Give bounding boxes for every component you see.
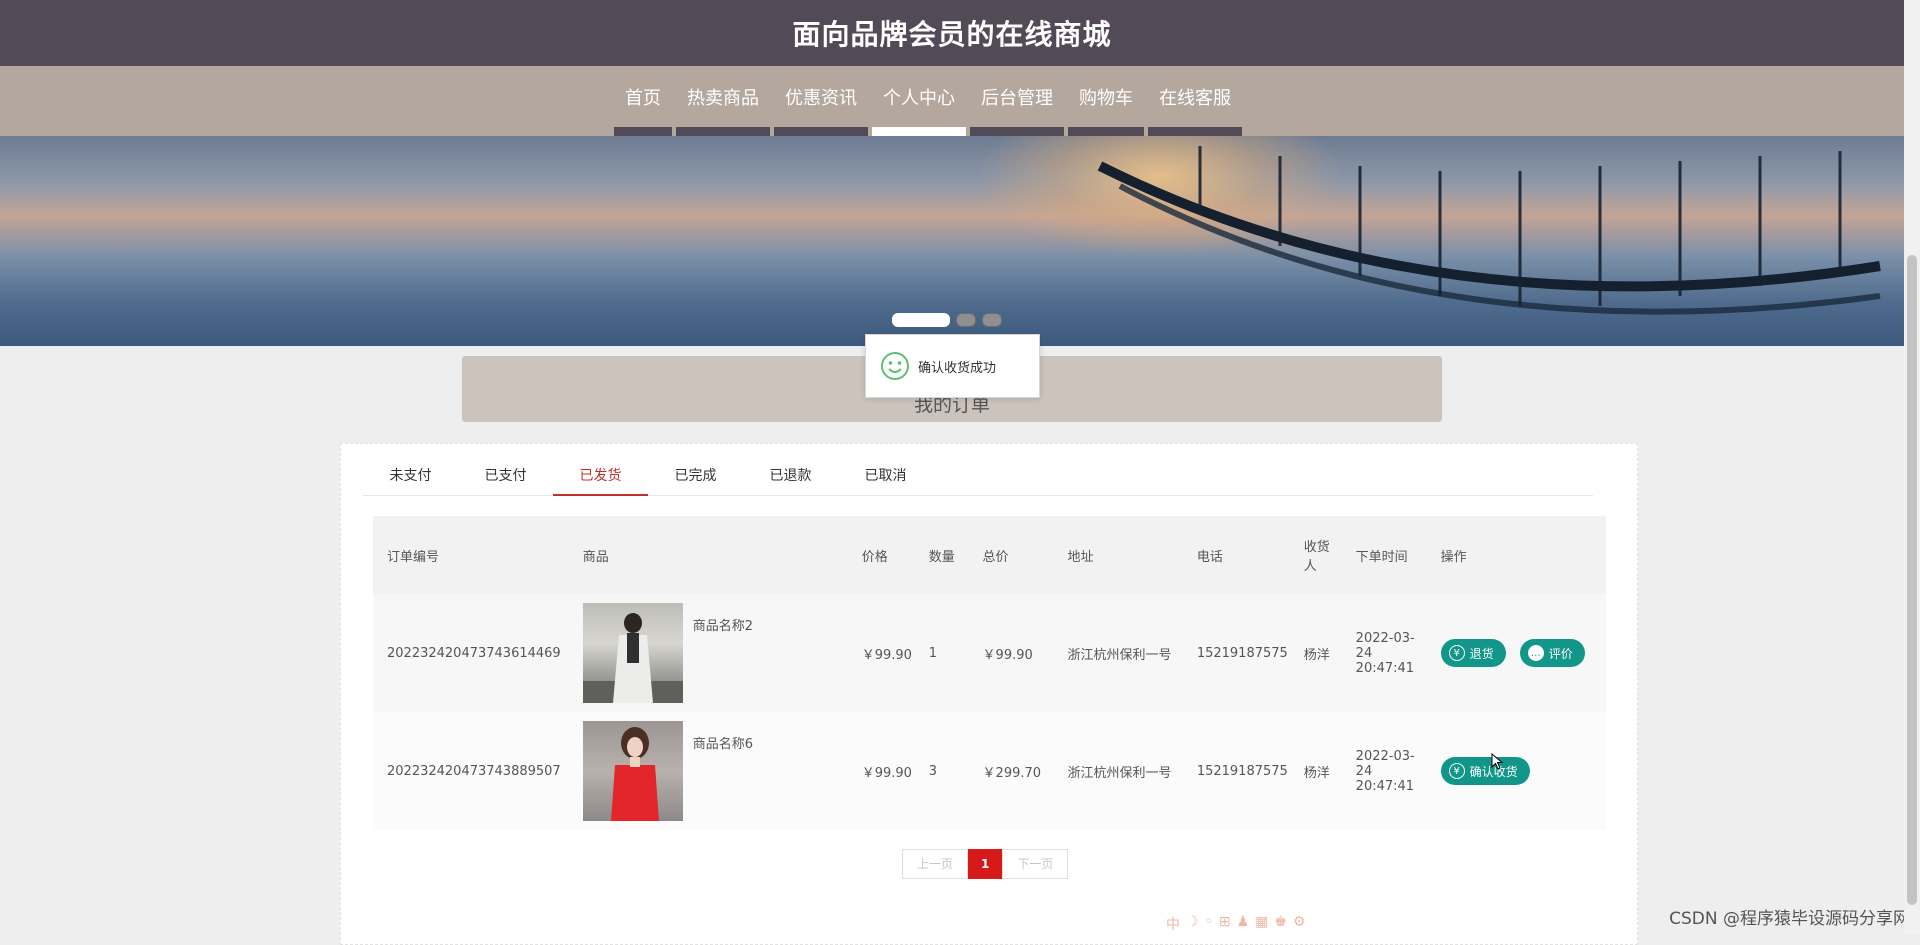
nav-item-user-center[interactable]: 个人中心 <box>870 66 968 136</box>
col-price: 价格 <box>861 549 888 565</box>
carousel-dot-1[interactable] <box>892 313 950 327</box>
cell-phone: 15219187575 <box>1196 763 1288 779</box>
col-receiver: 收货人 <box>1303 540 1330 574</box>
col-order-no: 订单编号 <box>387 549 440 565</box>
cell-order-no: 202232420473743889507 <box>387 763 561 779</box>
goods-thumbnail[interactable] <box>582 721 683 821</box>
col-phone: 电话 <box>1196 549 1223 565</box>
gear-icon[interactable]: ⚙ <box>1293 914 1306 934</box>
cell-receiver: 杨洋 <box>1303 765 1330 781</box>
nav-item-admin[interactable]: 后台管理 <box>968 66 1066 136</box>
table-row: 202232420473743614469 商品名称2 ￥99.90 1 ￥99… <box>373 594 1606 712</box>
tab-unpaid[interactable]: 未支付 <box>363 460 458 495</box>
yen-icon: ¥ <box>1448 645 1465 661</box>
col-total: 总价 <box>982 549 1009 565</box>
toast-message: 确认收货成功 <box>918 360 997 376</box>
col-goods: 商品 <box>582 549 609 565</box>
nav-item-promotions[interactable]: 优惠资讯 <box>772 66 870 136</box>
cell-price: ￥99.90 <box>861 765 912 781</box>
grid-icon[interactable]: ▦ <box>1255 914 1268 934</box>
cell-goods: 商品名称2 <box>569 594 848 712</box>
ime-chinese-icon[interactable]: 中 <box>1166 914 1180 934</box>
nav-item-home[interactable]: 首页 <box>612 66 674 136</box>
tab-paid[interactable]: 已支付 <box>458 460 553 495</box>
skin-icon[interactable]: ♚ <box>1274 914 1287 934</box>
site-header: 面向品牌会员的在线商城 <box>0 0 1904 66</box>
user-icon[interactable]: ♟ <box>1237 914 1250 934</box>
order-card: 未支付 已支付 已发货 已完成 已退款 已取消 订单编号 商品 价格 数量 总价… <box>340 443 1638 945</box>
cell-qty: 3 <box>928 763 937 779</box>
mouse-cursor-icon <box>1491 753 1504 770</box>
cell-actions: ¥ 退货 … 评价 <box>1427 594 1606 712</box>
pagination: 上一页 1 下一页 <box>902 849 1069 879</box>
goods-name: 商品名称2 <box>692 619 753 634</box>
success-toast: 确认收货成功 <box>865 334 1040 398</box>
col-qty: 数量 <box>928 549 955 565</box>
prev-page-button[interactable]: 上一页 <box>902 849 969 879</box>
cell-order-no: 202232420473743614469 <box>387 645 561 661</box>
cell-address: 浙江杭州保利一号 <box>1067 647 1172 663</box>
cell-total: ￥299.70 <box>982 765 1042 781</box>
nav-item-online-service[interactable]: 在线客服 <box>1146 66 1244 136</box>
tab-refunded[interactable]: 已退款 <box>743 460 838 495</box>
moon-icon[interactable]: ☽ <box>1186 914 1199 934</box>
goods-thumbnail[interactable] <box>582 603 683 703</box>
page-1-button[interactable]: 1 <box>968 849 1003 879</box>
order-table: 订单编号 商品 价格 数量 总价 地址 电话 收货人 下单时间 操作 20223… <box>373 516 1606 830</box>
nav-item-cart[interactable]: 购物车 <box>1066 66 1146 136</box>
cell-receiver: 杨洋 <box>1303 647 1330 663</box>
cell-phone: 15219187575 <box>1196 645 1288 661</box>
ime-toolbar[interactable]: 中 ☽ ◦ ⊞ ♟ ▦ ♚ ⚙ <box>1166 914 1305 934</box>
col-action: 操作 <box>1440 549 1467 565</box>
cell-order-time: 2022-03-24 20:47:41 <box>1355 748 1415 794</box>
cell-price: ￥99.90 <box>861 647 912 663</box>
tab-shipped[interactable]: 已发货 <box>553 460 648 496</box>
yen-icon: ¥ <box>1448 763 1465 779</box>
cell-total: ￥99.90 <box>982 647 1033 663</box>
review-button[interactable]: … 评价 <box>1519 639 1585 667</box>
next-page-button[interactable]: 下一页 <box>1002 849 1069 879</box>
main-nav: 首页 热卖商品 优惠资讯 个人中心 后台管理 购物车 在线客服 <box>0 66 1904 136</box>
site-title: 面向品牌会员的在线商城 <box>792 18 1112 51</box>
cell-goods: 商品名称6 <box>569 712 848 830</box>
refund-button[interactable]: ¥ 退货 <box>1440 639 1506 667</box>
confirm-receipt-button[interactable]: ¥ 确认收货 <box>1440 757 1530 785</box>
table-row: 202232420473743889507 商品名称6 ￥99.90 3 ￥29… <box>373 712 1606 830</box>
carousel-indicators <box>892 313 1002 327</box>
cell-actions: ¥ 确认收货 <box>1427 712 1606 830</box>
cell-order-time: 2022-03-24 20:47:41 <box>1355 630 1415 676</box>
tab-cancelled[interactable]: 已取消 <box>838 460 933 495</box>
smile-icon <box>881 352 909 380</box>
order-status-tabs: 未支付 已支付 已发货 已完成 已退款 已取消 <box>363 460 1593 496</box>
keyboard-icon[interactable]: ⊞ <box>1219 914 1231 934</box>
cell-qty: 1 <box>928 645 937 661</box>
carousel-dot-2[interactable] <box>956 313 976 327</box>
bridge-silhouette-image <box>1097 146 1881 315</box>
cell-address: 浙江杭州保利一号 <box>1067 765 1172 781</box>
goods-name: 商品名称6 <box>692 737 753 752</box>
scrollbar-thumb[interactable] <box>1907 255 1917 905</box>
col-order-time: 下单时间 <box>1355 549 1408 565</box>
tab-completed[interactable]: 已完成 <box>648 460 743 495</box>
carousel-dot-3[interactable] <box>982 313 1002 327</box>
table-header-row: 订单编号 商品 价格 数量 总价 地址 电话 收货人 下单时间 操作 <box>373 516 1606 594</box>
csdn-watermark: CSDN @程序猿毕设源码分享网 <box>1669 909 1910 929</box>
comment-icon: … <box>1527 645 1544 661</box>
col-address: 地址 <box>1067 549 1094 565</box>
punctuation-icon[interactable]: ◦ <box>1205 914 1213 934</box>
nav-item-hot-goods[interactable]: 热卖商品 <box>674 66 772 136</box>
